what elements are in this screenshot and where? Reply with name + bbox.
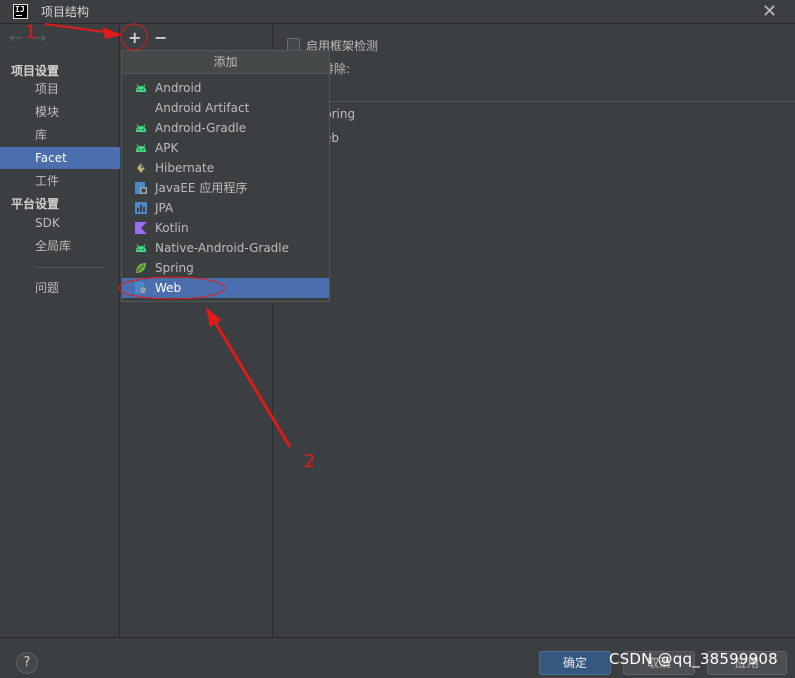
exclude-list: pring eb	[274, 101, 795, 637]
popup-item-web[interactable]: Web	[122, 278, 329, 298]
popup-item-label: Spring	[155, 261, 194, 275]
facet-detail-pane: 启用框架检测 排除: pring eb	[274, 25, 795, 637]
intellij-logo-icon: IJ	[13, 4, 28, 19]
remove-facet-button[interactable]: −	[154, 28, 167, 47]
android-icon	[136, 244, 146, 252]
annotation-label-1: 1	[25, 22, 37, 43]
sidebar-divider	[35, 267, 103, 268]
popup-item-label: Hibernate	[155, 161, 215, 175]
sidebar: ← → 项目设置 项目 模块 库 Facet 工件 平台设置 SDK 全局库 问…	[0, 25, 120, 637]
popup-item-label: Web	[155, 281, 182, 295]
spring-leaf-icon	[136, 263, 146, 273]
popup-item-spring[interactable]: Spring	[122, 258, 329, 278]
sidebar-item-problems[interactable]: 问题	[0, 277, 120, 299]
popup-item-label: Native-Android-Gradle	[155, 241, 290, 255]
popup-item-label: Android Artifact	[155, 101, 250, 115]
sidebar-item-sdks[interactable]: SDK	[0, 212, 120, 234]
popup-item-javaee[interactable]: JavaEE 应用程序	[122, 178, 329, 198]
android-icon	[136, 84, 146, 92]
hibernate-icon	[137, 163, 145, 173]
title-bar: IJ 项目结构 ✕	[0, 0, 795, 24]
popup-title: 添加	[122, 51, 329, 74]
popup-item-apk[interactable]: APK	[122, 138, 329, 158]
close-icon[interactable]: ✕	[762, 1, 777, 22]
watermark: CSDN @qq_38599908	[609, 650, 778, 668]
sidebar-item-project[interactable]: 项目	[0, 78, 120, 100]
popup-item-label: APK	[155, 141, 179, 155]
popup-item-jpa[interactable]: JPA	[122, 198, 329, 218]
annotation-label-2: 2	[304, 451, 316, 472]
android-icon	[136, 144, 146, 152]
back-arrow-icon[interactable]: ←	[9, 28, 22, 47]
popup-item-android[interactable]: Android	[122, 78, 329, 98]
android-icon	[136, 124, 146, 132]
jpa-icon	[135, 202, 147, 214]
popup-item-label: JavaEE 应用程序	[155, 181, 248, 195]
add-facet-button[interactable]: +	[128, 28, 141, 47]
popup-item-label: Android	[155, 81, 202, 95]
add-facet-popup: 添加 Android Android Artifact Android-Grad…	[121, 50, 330, 302]
popup-item-hibernate[interactable]: Hibernate	[122, 158, 329, 178]
popup-item-label: Android-Gradle	[155, 121, 247, 135]
popup-item-android-gradle[interactable]: Android-Gradle	[122, 118, 329, 138]
help-button[interactable]: ?	[16, 652, 38, 674]
sidebar-item-facets[interactable]: Facet	[0, 147, 120, 169]
popup-item-android-artifact[interactable]: Android Artifact	[122, 98, 329, 118]
window-title: 项目结构	[41, 5, 90, 19]
sidebar-item-global-libraries[interactable]: 全局库	[0, 235, 120, 257]
javaee-icon	[135, 182, 147, 194]
popup-item-native-android-gradle[interactable]: Native-Android-Gradle	[122, 238, 329, 258]
group-platform-settings: 平台设置	[11, 197, 60, 211]
popup-item-label: Kotlin	[155, 221, 189, 235]
group-project-settings: 项目设置	[11, 64, 60, 78]
web-icon	[135, 282, 147, 294]
ok-button[interactable]: 确定	[539, 651, 611, 675]
popup-item-label: JPA	[155, 201, 174, 215]
sidebar-item-libraries[interactable]: 库	[0, 124, 120, 146]
sidebar-item-artifacts[interactable]: 工件	[0, 170, 120, 192]
sidebar-item-modules[interactable]: 模块	[0, 101, 120, 123]
kotlin-icon	[135, 222, 147, 234]
popup-item-kotlin[interactable]: Kotlin	[122, 218, 329, 238]
